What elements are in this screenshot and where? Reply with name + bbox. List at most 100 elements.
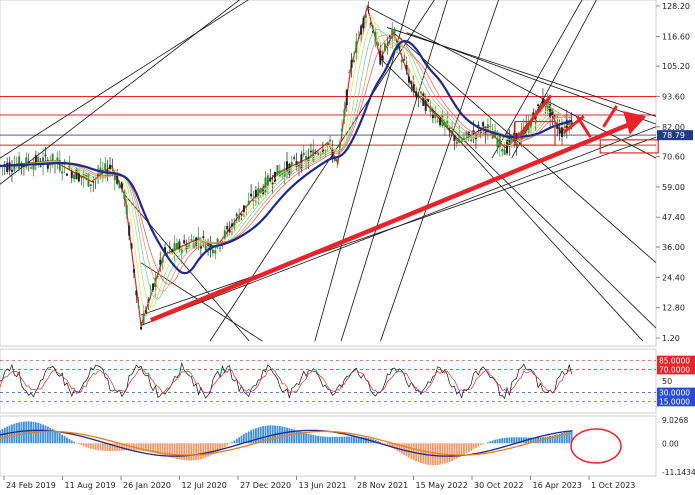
y-tick-label: 105.20 — [662, 62, 690, 71]
macd-histogram-bar — [350, 436, 353, 444]
candle-body — [410, 81, 413, 85]
candle-body — [235, 214, 238, 216]
macd-histogram-bar — [137, 443, 140, 451]
candle-body — [123, 191, 126, 200]
level-label: 85.0000 — [659, 357, 690, 366]
candle-body — [77, 172, 80, 182]
candle-body — [407, 76, 410, 83]
macd-histogram-bar — [207, 443, 209, 457]
macd-histogram-bar — [54, 430, 56, 444]
macd-histogram-bar — [238, 437, 241, 444]
candle-body — [269, 177, 272, 182]
candle-body — [345, 89, 348, 106]
macd-histogram-bar — [329, 436, 331, 444]
candle-body — [326, 142, 329, 146]
macd-histogram-bar — [278, 426, 281, 444]
macd-histogram-bar — [453, 443, 456, 460]
macd-histogram-bar — [3, 427, 6, 444]
macd-histogram-bar — [23, 421, 25, 444]
candle-body — [453, 136, 456, 142]
candle-body — [367, 9, 370, 11]
macd-histogram-bar — [565, 431, 568, 444]
candle-body — [266, 175, 269, 187]
macd-histogram-bar — [87, 443, 90, 449]
price-panel[interactable] — [0, 0, 659, 347]
macd-histogram-bar — [231, 442, 233, 444]
candle-body — [25, 157, 28, 168]
macd-histogram-bar — [0, 430, 1, 444]
macd-histogram-bar — [197, 443, 200, 460]
candle-body — [537, 104, 540, 107]
macd-histogram-bar — [92, 443, 95, 450]
macd-histogram-bar — [85, 443, 87, 448]
candle-body — [314, 152, 317, 154]
macd-histogram-bar — [56, 431, 59, 444]
candle-body — [422, 93, 425, 106]
current-price-label: 78.79 — [662, 131, 685, 140]
candle-body — [104, 163, 107, 171]
macd-histogram-bar — [451, 443, 453, 461]
macd-histogram-bar — [58, 433, 61, 444]
macd-tick-label: 0.00 — [662, 439, 679, 448]
macd-histogram-bar — [446, 443, 449, 463]
y-tick-label: 116.60 — [662, 32, 690, 41]
macd-histogram-bar — [214, 443, 217, 454]
macd-histogram-bar — [400, 443, 403, 454]
macd-histogram-bar — [101, 443, 104, 451]
macd-histogram-bar — [353, 436, 355, 444]
candle-body — [89, 184, 92, 187]
candle-body — [264, 177, 267, 193]
x-tick-label: 26 Jan 2020 — [123, 481, 171, 490]
macd-histogram-bar — [460, 443, 463, 457]
macd-histogram-bar — [39, 423, 42, 444]
stock-chart[interactable]: 128.20116.60105.2093.6082.0070.6059.0047… — [0, 0, 695, 495]
macd-histogram-bar — [192, 443, 195, 461]
candle-body — [22, 165, 25, 167]
candle-body — [431, 114, 434, 119]
macd-histogram-bar — [321, 436, 324, 444]
macd-histogram-bar — [18, 422, 21, 444]
candle-body — [460, 140, 463, 143]
macd-histogram-bar — [82, 443, 85, 447]
candle-body — [116, 175, 119, 184]
macd-histogram-bar — [283, 427, 286, 444]
macd-histogram-bar — [365, 437, 367, 444]
candle-body — [338, 144, 341, 147]
x-tick-label: 28 Nov 2021 — [357, 481, 408, 490]
candle-body — [128, 225, 131, 236]
mid-level-label: 50 — [662, 377, 672, 386]
macd-histogram-bar — [410, 443, 413, 459]
macd-histogram-bar — [37, 422, 40, 444]
candle-body — [223, 230, 226, 239]
macd-histogram-bar — [568, 430, 571, 444]
candle-body — [276, 165, 279, 177]
oscillator-panel[interactable] — [0, 348, 657, 414]
y-tick-label: 128.20 — [662, 2, 690, 11]
macd-histogram-bar — [348, 436, 351, 444]
candle-body — [168, 246, 171, 249]
candle-body — [230, 223, 233, 227]
macd-histogram-bar — [61, 434, 64, 444]
candle-body — [211, 249, 214, 254]
macd-histogram-bar — [302, 432, 305, 444]
macd-histogram-bar — [463, 443, 465, 455]
candle-body — [357, 37, 360, 39]
candle-body — [309, 150, 312, 153]
macd-histogram-bar — [188, 443, 190, 461]
macd-histogram-bar — [431, 443, 434, 466]
candle-body — [360, 25, 363, 35]
candle-body — [558, 127, 561, 134]
macd-histogram-bar — [345, 436, 348, 444]
x-tick-label: 1 Oct 2023 — [591, 481, 635, 490]
candle-body — [436, 120, 439, 122]
candle-body — [132, 269, 135, 273]
candle-body — [415, 91, 418, 98]
macd-histogram-bar — [434, 443, 437, 466]
macd-panel[interactable] — [0, 415, 657, 477]
candle-body — [503, 149, 506, 155]
candle-body — [226, 225, 229, 230]
macd-histogram-bar — [429, 443, 432, 466]
candle-body — [341, 128, 344, 132]
macd-histogram-bar — [333, 436, 336, 444]
candle-body — [290, 161, 293, 166]
